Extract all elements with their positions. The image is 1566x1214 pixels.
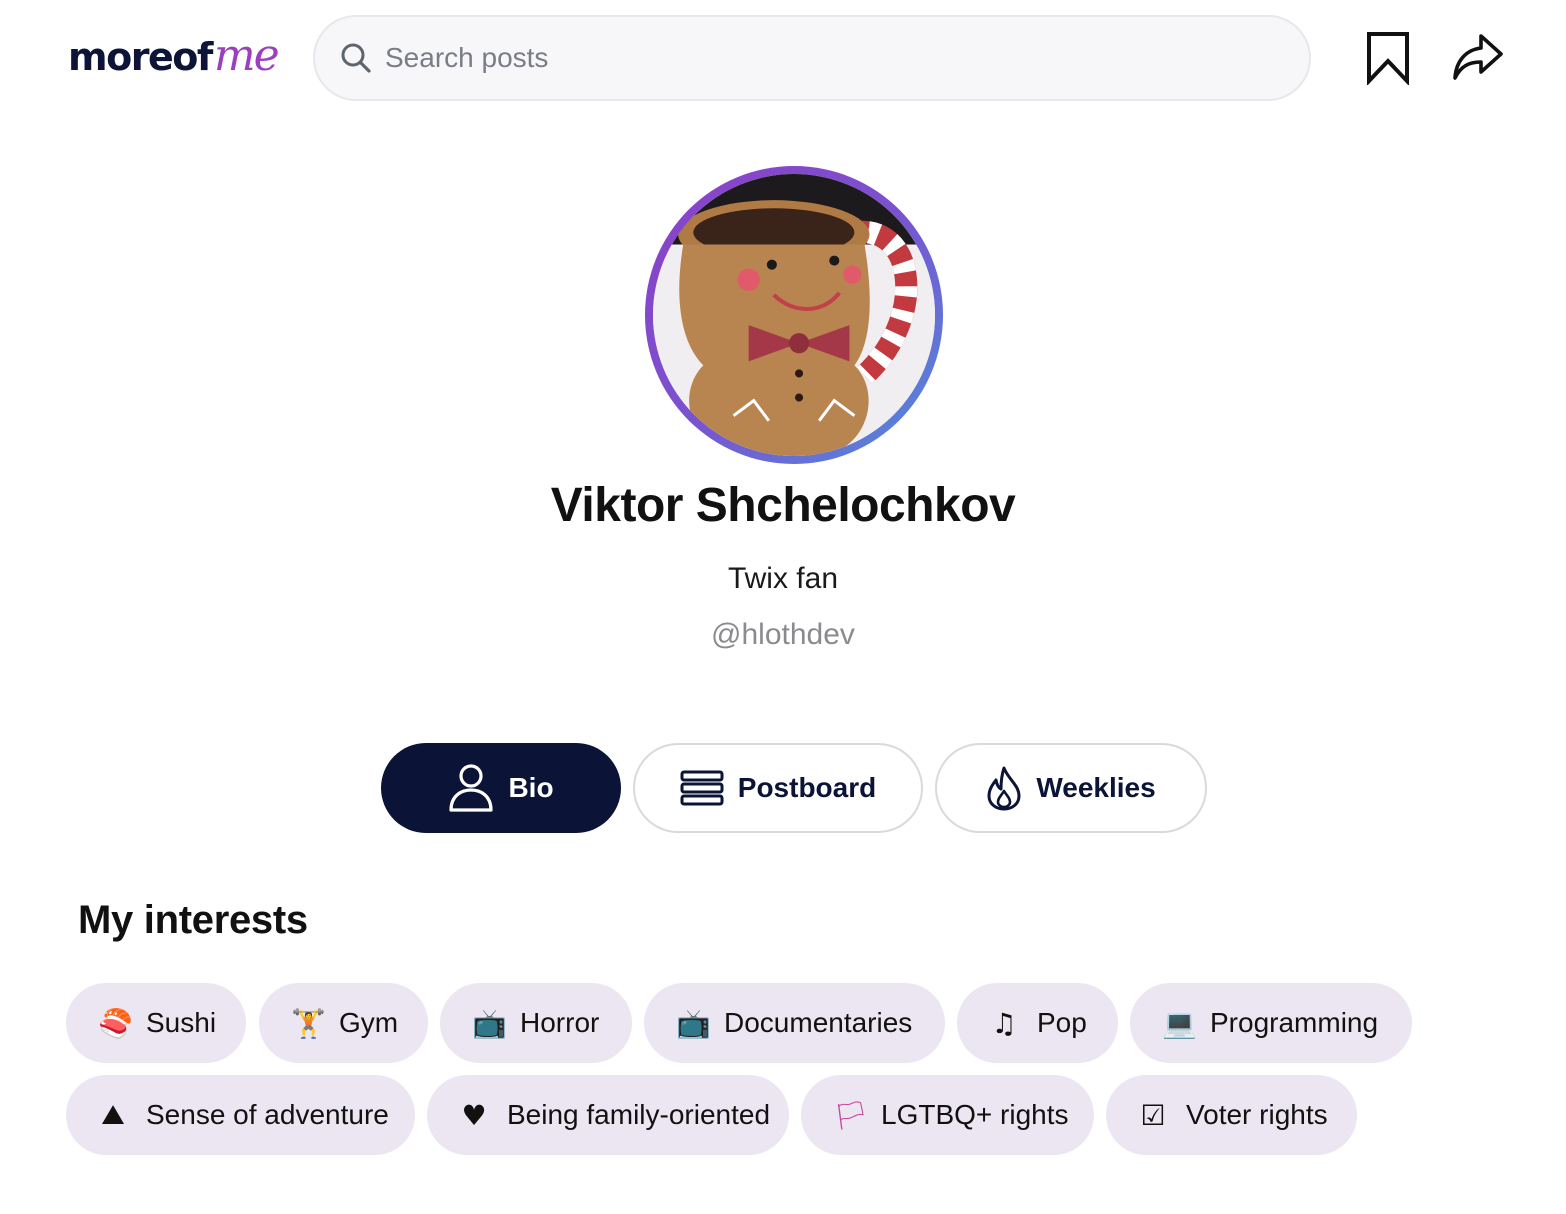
interest-label: Pop [1037, 1007, 1087, 1038]
interest-chip-programming[interactable]: 💻 Programming [1130, 983, 1412, 1063]
share-button[interactable] [1448, 28, 1508, 88]
avatar[interactable] [653, 174, 935, 456]
logo-text-me: me [213, 30, 280, 81]
interest-chip-family-oriented[interactable]: ♥ Being family-oriented [427, 1075, 789, 1155]
list-icon [680, 770, 724, 806]
avatar-photo [653, 174, 935, 456]
interest-chip-documentaries[interactable]: 📺 Documentaries [644, 983, 945, 1063]
person-icon [448, 763, 494, 813]
tab-postboard-label: Postboard [737, 772, 877, 803]
heart-icon: ♥ [461, 1098, 487, 1132]
interest-chip-horror[interactable]: 📺 Horror [440, 983, 632, 1063]
tab-weeklies[interactable]: Weeklies [935, 743, 1207, 833]
tab-postboard[interactable]: Postboard [633, 743, 923, 833]
search-input[interactable] [385, 33, 1265, 83]
sushi-icon: 🍣 [98, 1006, 133, 1040]
interest-label: LGTBQ+ rights [881, 1099, 1069, 1130]
logo[interactable]: moreof me [68, 30, 280, 86]
tab-bio[interactable]: Bio [381, 743, 621, 833]
avatar-ring [645, 166, 943, 464]
tab-bio-label: Bio [508, 772, 554, 803]
interest-chip-gym[interactable]: 🏋 Gym [259, 983, 428, 1063]
share-icon [1453, 34, 1503, 80]
logo-text-moreof: moreof [68, 35, 213, 79]
profile-name: Viktor Shchelochkov [550, 479, 1016, 532]
interest-chip-pop[interactable]: ♫ Pop [957, 983, 1118, 1063]
mountain-icon: ⛰ [101, 1098, 125, 1131]
interest-label: Programming [1210, 1007, 1379, 1038]
interest-chip-voter-rights[interactable]: ☑ Voter rights [1106, 1075, 1357, 1155]
interests-title: My interests [78, 898, 308, 942]
search-icon [339, 41, 373, 75]
flame-icon [986, 765, 1022, 811]
tv-icon: 📺 [472, 1006, 507, 1040]
interest-label: Gym [339, 1007, 399, 1038]
profile-bio: Twix fan [727, 562, 839, 595]
interest-chip-lgbtq-rights[interactable]: 🏳 LGTBQ+ rights [801, 1075, 1094, 1155]
weightlifter-icon: 🏋 [291, 1006, 326, 1040]
tab-weeklies-label: Weeklies [1036, 772, 1156, 803]
tv-icon: 📺 [676, 1006, 711, 1040]
interest-label: Documentaries [724, 1007, 913, 1038]
interest-label: Sense of adventure [146, 1099, 389, 1130]
search-bar[interactable] [313, 15, 1311, 101]
laptop-icon: 💻 [1162, 1006, 1197, 1040]
ballot-box-check-icon: ☑ [1140, 1098, 1166, 1132]
bookmark-icon [1367, 32, 1409, 85]
profile-tabs: Bio Postboard Weeklies [0, 743, 1566, 833]
interest-label: Sushi [146, 1007, 217, 1038]
interest-label: Being family-oriented [507, 1099, 771, 1130]
interest-label: Voter rights [1186, 1099, 1328, 1130]
music-note-icon: ♫ [991, 1006, 1017, 1040]
top-bar: moreof me [0, 0, 1566, 120]
bookmark-button[interactable] [1360, 28, 1416, 88]
interest-chip-sense-of-adventure[interactable]: ⛰ Sense of adventure [66, 1075, 415, 1155]
profile-handle: @hlothdev [711, 618, 855, 651]
interest-label: Horror [520, 1007, 600, 1038]
rainbow-flag-icon: 🏳 [833, 1098, 869, 1132]
interest-chip-sushi[interactable]: 🍣 Sushi [66, 983, 246, 1063]
